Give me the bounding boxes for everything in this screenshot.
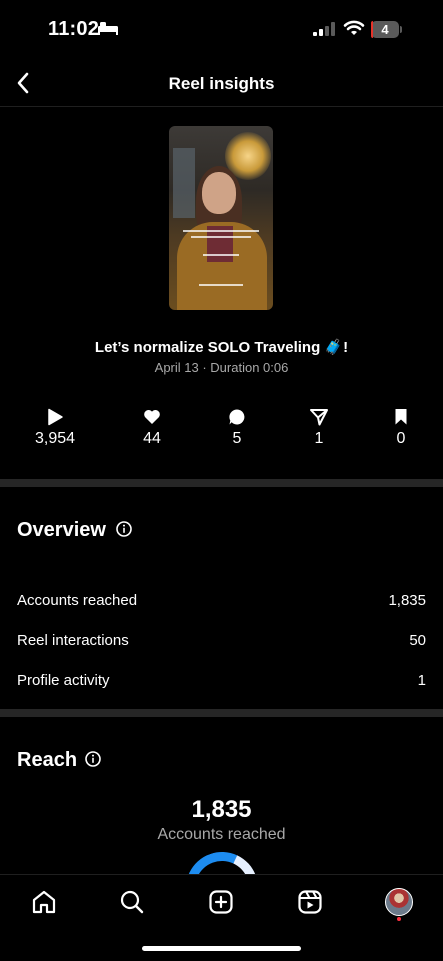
overview-row-reel-interactions[interactable]: Reel interactions 50 <box>17 632 426 656</box>
create-icon <box>209 890 233 914</box>
reach-value: 1,835 <box>191 796 252 823</box>
battery-indicator: 4 <box>371 21 403 38</box>
play-icon <box>48 408 63 426</box>
signal-icon <box>313 22 335 36</box>
row-value: 1 <box>417 672 426 689</box>
search-icon <box>120 890 144 914</box>
save-icon <box>395 409 407 425</box>
reel-thumbnail[interactable] <box>169 126 273 310</box>
page-title: Reel insights <box>168 74 275 93</box>
tab-search[interactable] <box>112 887 152 917</box>
metric-likes: 44 <box>112 406 192 448</box>
heart-icon <box>144 409 160 424</box>
wifi-icon <box>343 20 365 35</box>
nav-header: Reel insights <box>0 60 443 107</box>
overview-row-profile-activity[interactable]: Profile activity 1 <box>17 672 426 696</box>
metric-plays: 3,954 <box>15 406 95 448</box>
bed-icon <box>98 22 118 35</box>
overview-title: Overview <box>17 519 106 541</box>
metric-saves: 0 <box>361 406 441 448</box>
row-value: 50 <box>409 632 426 649</box>
reach-label: Accounts reached <box>157 826 286 843</box>
info-icon[interactable] <box>85 751 101 767</box>
home-icon <box>32 890 56 914</box>
metric-value: 5 <box>232 430 242 447</box>
row-label: Profile activity <box>17 672 110 689</box>
reels-icon <box>298 890 322 914</box>
metric-value: 44 <box>143 430 161 447</box>
status-bar: 11:02 4 <box>0 0 443 60</box>
section-divider <box>0 479 443 487</box>
tab-home[interactable] <box>24 887 64 917</box>
reel-meta: April 13 · Duration 0:06 <box>154 360 289 375</box>
tab-reels[interactable] <box>290 887 330 917</box>
metric-value: 0 <box>396 430 406 447</box>
reel-caption: Let’s normalize SOLO Traveling 🧳! <box>94 339 349 356</box>
row-value: 1,835 <box>388 592 426 609</box>
metric-value: 1 <box>314 430 324 447</box>
battery-level: 4 <box>381 22 389 37</box>
metric-value: 3,954 <box>34 430 76 447</box>
comment-icon <box>229 409 245 425</box>
reach-title: Reach <box>17 749 78 771</box>
section-divider <box>0 709 443 717</box>
info-icon[interactable] <box>116 521 132 537</box>
row-label: Accounts reached <box>17 592 138 609</box>
notification-dot <box>397 917 401 921</box>
profile-avatar <box>385 888 413 916</box>
row-label: Reel interactions <box>17 632 129 649</box>
status-time: 11:02 <box>48 18 100 40</box>
tab-profile[interactable] <box>379 887 419 921</box>
home-indicator[interactable] <box>142 946 301 951</box>
tab-create[interactable] <box>201 887 241 917</box>
overview-row-accounts-reached[interactable]: Accounts reached 1,835 <box>17 592 426 616</box>
share-icon <box>310 409 328 426</box>
metric-comments: 5 <box>197 406 277 448</box>
metric-shares: 1 <box>279 406 359 448</box>
